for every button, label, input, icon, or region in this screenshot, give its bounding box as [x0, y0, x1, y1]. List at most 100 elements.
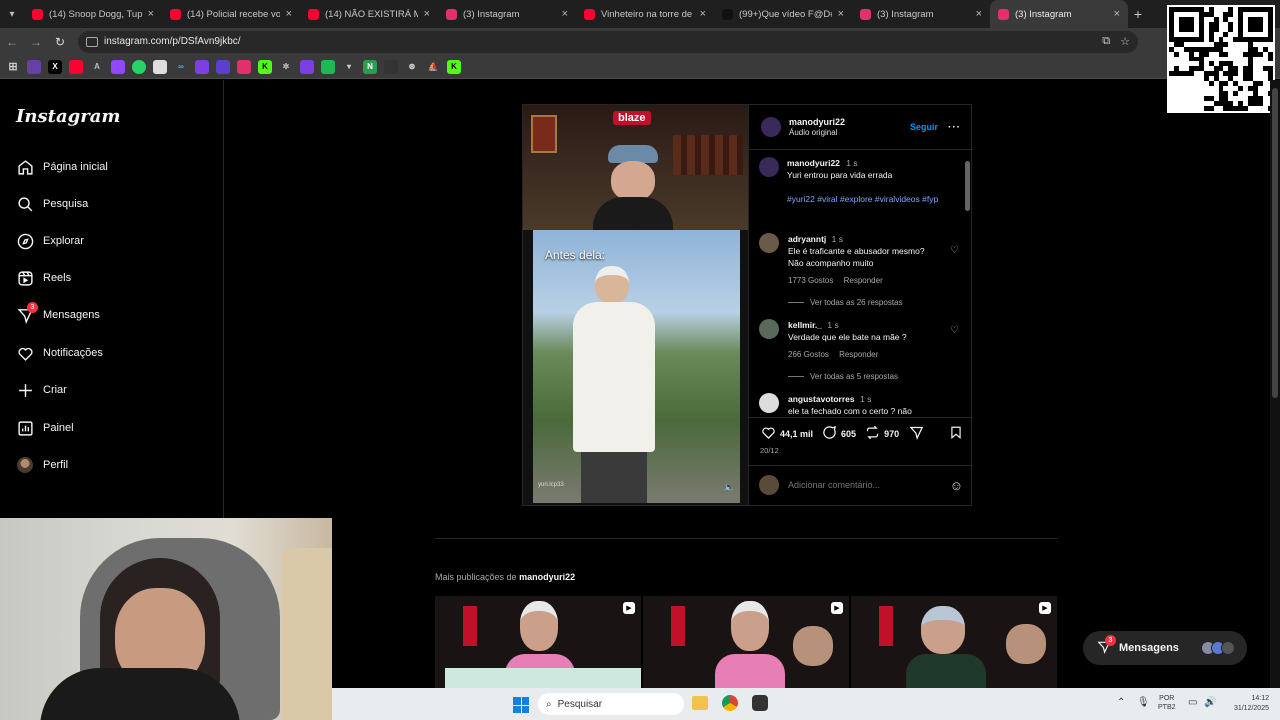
emoji-icon[interactable]: ☺ [950, 478, 963, 493]
bookmark-openai-icon[interactable]: ⊛ [405, 60, 419, 74]
bookmark-game-icon[interactable]: ⛵ [426, 60, 440, 74]
close-tab-icon[interactable]: × [1114, 8, 1120, 20]
browser-tab[interactable]: (99+)Que vídeo F@D#! 👏 × [714, 0, 852, 28]
windows-start-icon[interactable] [513, 697, 529, 713]
browser-tab[interactable]: (3) Instagram × [852, 0, 990, 28]
bookmark-link-icon[interactable]: ∞ [174, 60, 188, 74]
bookmark-kick-icon[interactable]: K [258, 59, 272, 74]
more-options-icon[interactable]: ··· [948, 122, 961, 133]
volume-icon[interactable]: 🔊 [1204, 697, 1216, 708]
bookmark-n-icon[interactable]: N [363, 59, 377, 74]
close-tab-icon[interactable]: × [976, 8, 982, 20]
close-tab-icon[interactable]: × [838, 8, 844, 20]
bookmark-twitch2-icon[interactable] [111, 59, 125, 74]
comment-likes[interactable]: 266 Gostos [788, 350, 829, 359]
bookmark-youtube-icon[interactable] [69, 59, 83, 74]
sidebar-item-messages[interactable]: 3 Mensagens [16, 302, 100, 327]
file-explorer-icon[interactable] [692, 696, 708, 710]
sidebar-item-create[interactable]: Criar [16, 378, 67, 402]
back-icon[interactable]: ← [0, 35, 24, 49]
more-posts-username[interactable]: manodyuri22 [519, 572, 575, 582]
close-tab-icon[interactable]: × [424, 8, 430, 20]
close-tab-icon[interactable]: × [286, 8, 292, 20]
post-video[interactable]: blaze Antes dela: yuri.lcp33 🔈 [523, 105, 748, 505]
clock[interactable]: 14:12 31/12/2025 [1225, 694, 1269, 714]
app-icon[interactable] [752, 695, 768, 711]
page-scrollbar[interactable] [1270, 80, 1280, 688]
forward-icon[interactable]: → [24, 35, 48, 49]
network-icon[interactable]: ▭ [1188, 697, 1197, 708]
original-audio-link[interactable]: Áudio original [789, 128, 845, 137]
more-post-thumbnail[interactable]: ▶ [851, 596, 1057, 688]
browser-tab[interactable]: Vinheteiro na torre de Lo × [576, 0, 714, 28]
sidebar-item-notifications[interactable]: Notificações [16, 341, 103, 365]
comments-list[interactable]: manodyuri22 1 s Yuri entrou para vida er… [759, 155, 959, 417]
bookmark-star-icon[interactable]: ☆ [1120, 35, 1130, 48]
browser-tab[interactable]: (14) Policial recebe voz de × [162, 0, 300, 28]
browser-tab[interactable]: (14) NÃO EXISTIRÁ MAIS × [300, 0, 438, 28]
tab-search-menu-icon[interactable]: ▾ [0, 0, 24, 28]
author-avatar[interactable] [761, 117, 781, 137]
reload-icon[interactable]: ↻ [48, 35, 72, 49]
save-icon[interactable] [949, 425, 963, 445]
bookmark-a-icon[interactable]: A [90, 60, 104, 74]
comment-icon[interactable] [822, 425, 837, 442]
reply-button[interactable]: Responder [839, 350, 878, 359]
comment-username[interactable]: kellmir._ [788, 320, 822, 330]
comment-username[interactable]: angustavotorres [788, 394, 855, 404]
taskbar-search[interactable]: ⌕ Pesquisar [538, 693, 684, 715]
comment-like-icon[interactable]: ♡ [950, 325, 959, 383]
bookmark-notion-icon[interactable] [153, 59, 167, 74]
view-replies-button[interactable]: Ver todas as 5 respostas [810, 372, 898, 381]
browser-tab[interactable]: (3) Instagram × [438, 0, 576, 28]
sidebar-item-explore[interactable]: Explorar [16, 229, 84, 253]
bookmark-dark-icon[interactable] [384, 59, 398, 74]
floating-messages-button[interactable]: 3 Mensagens [1083, 631, 1247, 665]
comment-username[interactable]: adryanntj [788, 234, 826, 244]
comment-like-icon[interactable]: ♡ [950, 245, 959, 309]
caption-hashtags[interactable]: #yuri22 #viral #explore #viralvideos #fy… [787, 193, 938, 205]
bookmark-v-icon[interactable]: ▾ [342, 60, 356, 74]
comment-likes[interactable]: 1773 Gostos [788, 276, 833, 285]
more-post-thumbnail[interactable]: ▶ [643, 596, 849, 688]
mute-icon[interactable]: 🔈 [724, 482, 735, 493]
sidebar-item-home[interactable]: Página inicial [16, 155, 108, 179]
chrome-icon[interactable] [722, 695, 738, 711]
bookmark-whatsapp-icon[interactable] [132, 59, 146, 74]
close-tab-icon[interactable]: × [148, 8, 154, 20]
follow-button[interactable]: Seguir [910, 122, 938, 132]
view-replies-button[interactable]: Ver todas as 26 respostas [810, 298, 903, 307]
author-username[interactable]: manodyuri22 [789, 117, 845, 127]
caption-username[interactable]: manodyuri22 [787, 158, 840, 168]
close-tab-icon[interactable]: × [700, 8, 706, 20]
bookmark-x-icon[interactable]: X [48, 59, 62, 74]
repost-icon[interactable] [865, 425, 880, 442]
bookmark-kick2-icon[interactable]: K [447, 59, 461, 74]
bookmark-green-icon[interactable] [321, 59, 335, 74]
more-post-thumbnail[interactable]: ▶ [435, 596, 641, 688]
sidebar-item-profile[interactable]: Perfil [16, 453, 68, 477]
apps-grid-icon[interactable]: ⊞ [6, 60, 20, 74]
comment-avatar[interactable] [759, 233, 779, 253]
share-icon[interactable] [909, 425, 924, 442]
comment-avatar[interactable] [759, 319, 779, 339]
new-tab-button[interactable]: + [1128, 6, 1148, 22]
sidebar-item-reels[interactable]: Reels [16, 266, 71, 290]
close-tab-icon[interactable]: × [562, 8, 568, 20]
bookmark-twitch3-icon[interactable] [195, 59, 209, 74]
sidebar-item-dashboard[interactable]: Painel [16, 416, 74, 440]
bookmark-grid-icon[interactable]: ✲ [279, 60, 293, 74]
language-indicator[interactable]: POR PTB2 [1158, 694, 1176, 712]
site-info-icon[interactable] [86, 36, 98, 47]
sidebar-item-search[interactable]: Pesquisa [16, 192, 88, 216]
browser-tab[interactable]: (14) Snoop Dogg, Tupac, × [24, 0, 162, 28]
likes-count[interactable]: 44,1 mil [780, 429, 813, 439]
comments-scrollbar[interactable] [963, 149, 971, 417]
url-bar[interactable]: instagram.com/p/DSfAvn9jkbc/ ⧉ ☆ [78, 30, 1138, 53]
bookmark-instagram-icon[interactable] [237, 59, 251, 74]
caption-avatar[interactable] [759, 157, 779, 177]
like-icon[interactable] [761, 425, 776, 442]
browser-tab[interactable]: (3) Instagram × [990, 0, 1128, 28]
comment-input[interactable] [788, 480, 928, 490]
bookmark-twitch4-icon[interactable] [300, 59, 314, 74]
